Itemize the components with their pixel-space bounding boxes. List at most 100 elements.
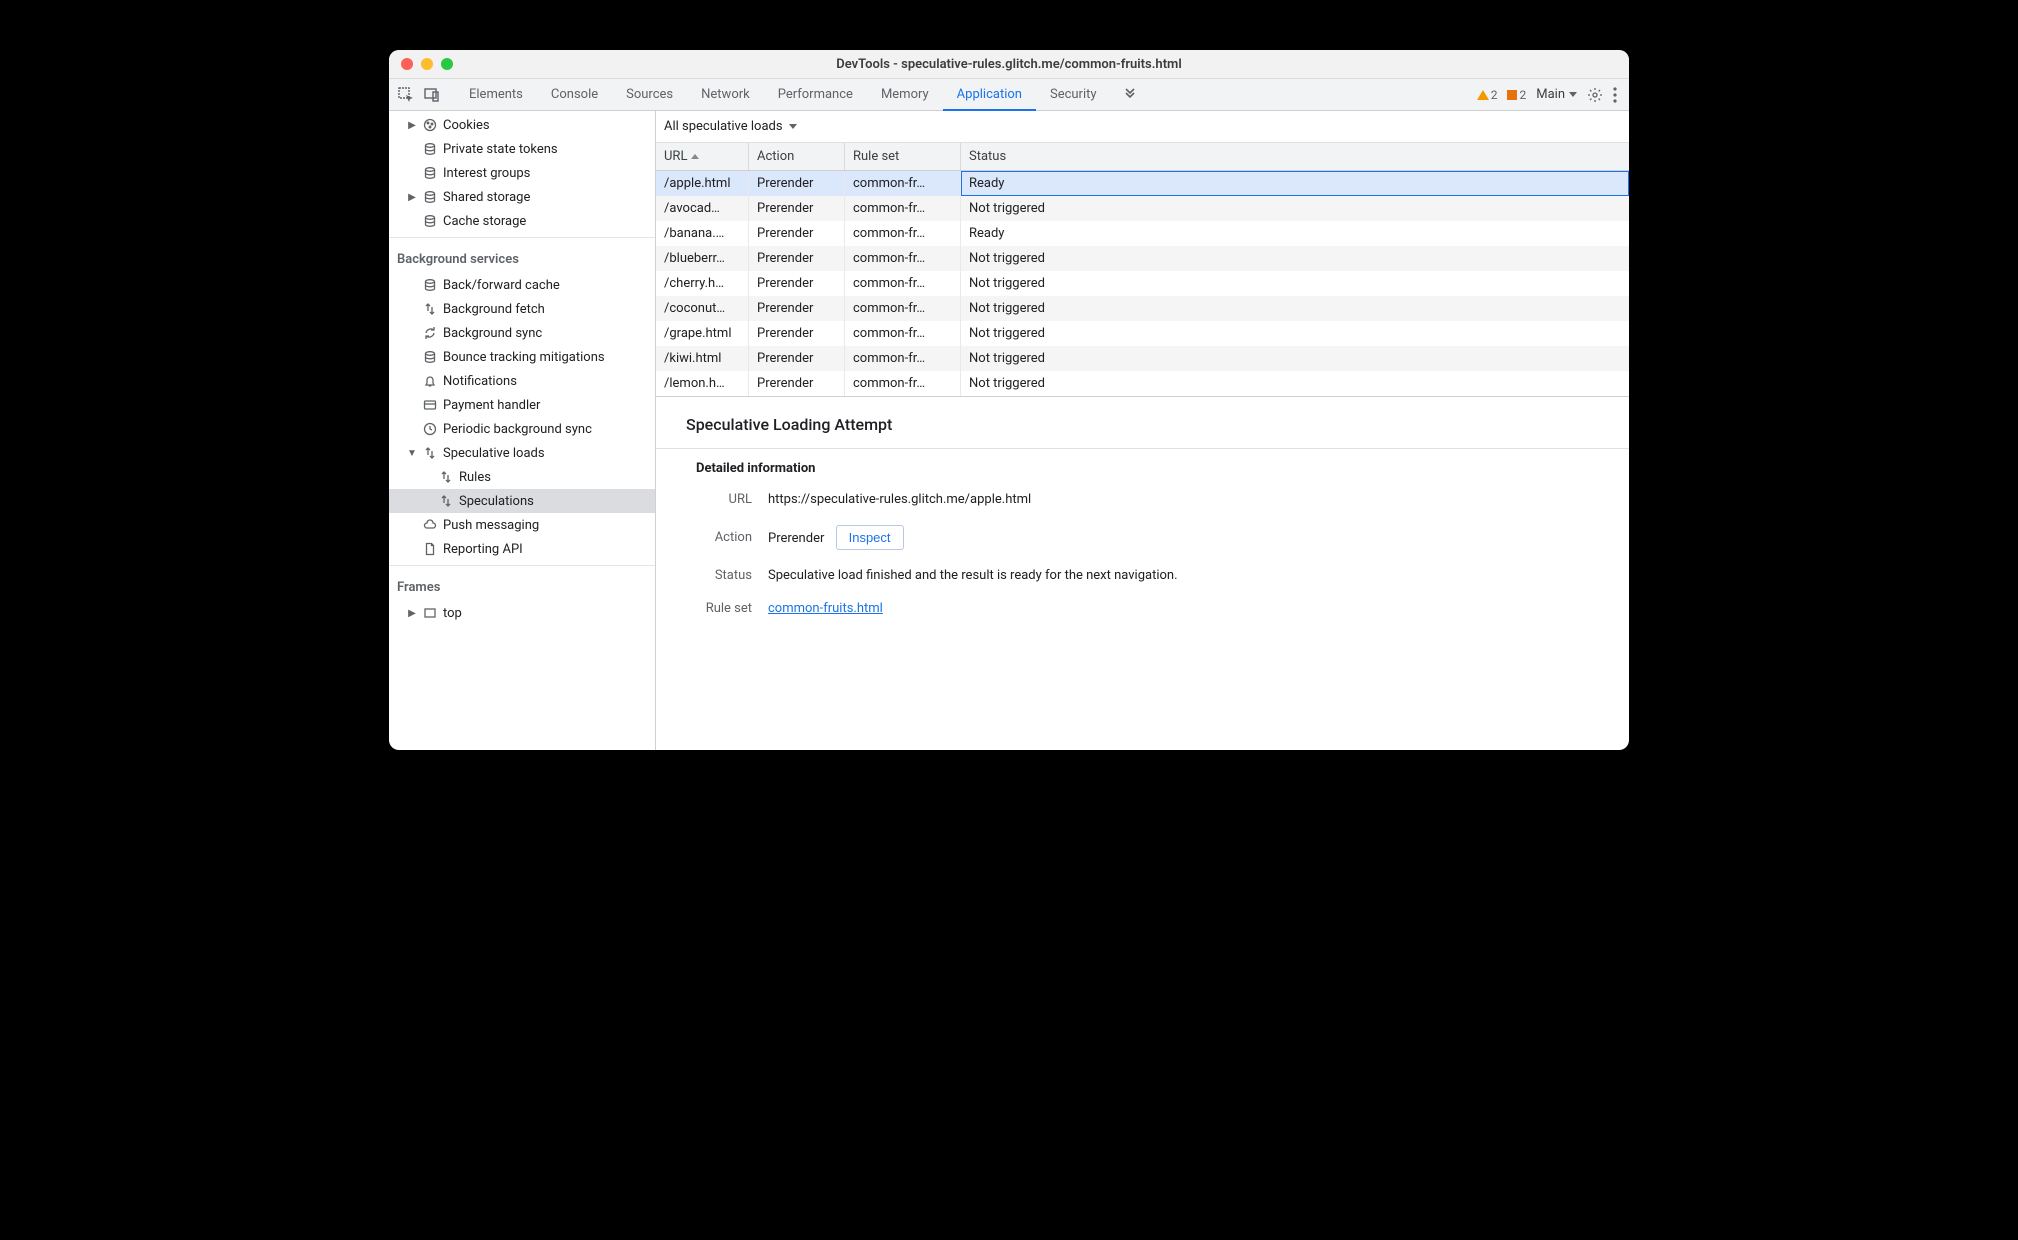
load-filter-dropdown[interactable]: All speculative loads [664,119,797,134]
table-row[interactable]: /grape.htmlPrerendercommon-fr…Not trigge… [656,321,1629,346]
window-minimize-button[interactable] [421,58,433,70]
cell-url: /kiwi.html [656,346,749,371]
sidebar-item-back-forward-cache[interactable]: Back/forward cache [389,273,655,297]
cell-status: Not triggered [961,321,1629,346]
tab-security[interactable]: Security [1036,79,1111,111]
speculations-toolbar: All speculative loads [656,111,1629,143]
tab-console[interactable]: Console [537,79,612,111]
speculations-table: URL Action Rule set Status /apple.htmlPr… [656,143,1629,397]
sidebar-item-notifications[interactable]: Notifications [389,369,655,393]
cell-url: /grape.html [656,321,749,346]
arrows-icon [422,301,438,317]
cell-action: Prerender [749,321,845,346]
table-row[interactable]: /cherry.h…Prerendercommon-fr…Not trigger… [656,271,1629,296]
sidebar-item-label: Push messaging [443,518,539,533]
detail-status-value: Speculative load finished and the result… [768,568,1178,583]
window-titlebar: DevTools - speculative-rules.glitch.me/c… [389,50,1629,79]
sidebar-item-speculations[interactable]: Speculations [389,489,655,513]
chevron-right-icon[interactable]: ▶ [407,608,417,619]
tab-memory[interactable]: Memory [867,79,943,111]
col-header-url[interactable]: URL [656,143,749,170]
sidebar-item-cache-storage[interactable]: Cache storage [389,209,655,233]
db-icon [422,349,438,365]
card-icon [422,397,438,413]
inspect-button[interactable]: Inspect [836,525,904,550]
col-header-ruleset[interactable]: Rule set [845,143,961,170]
col-header-status[interactable]: Status [961,143,1629,170]
tab-performance[interactable]: Performance [764,79,867,111]
sidebar-item-background-sync[interactable]: Background sync [389,321,655,345]
arrows-icon [438,469,454,485]
cookie-icon [422,117,438,133]
sidebar-item-label: Periodic background sync [443,422,592,437]
more-options-icon[interactable] [1613,87,1617,103]
application-sidebar: ▶Cookies Private state tokens Interest gro… [389,111,656,750]
sync-icon [422,325,438,341]
window-title: DevTools - speculative-rules.glitch.me/c… [389,57,1629,72]
table-row[interactable]: /kiwi.htmlPrerendercommon-fr…Not trigger… [656,346,1629,371]
cell-action: Prerender [749,196,845,221]
sidebar-item-interest-groups[interactable]: Interest groups [389,161,655,185]
settings-icon[interactable] [1587,87,1603,103]
table-row[interactable]: /lemon.h…Prerendercommon-fr…Not triggere… [656,371,1629,396]
cell-url: /lemon.h… [656,371,749,396]
sidebar-item-label: Shared storage [443,190,530,205]
tab-network[interactable]: Network [687,79,764,111]
db-icon [422,141,438,157]
cell-url: /avocad… [656,196,749,221]
sidebar-item-label: Private state tokens [443,142,558,157]
devtools-tabbar: ElementsConsoleSourcesNetworkPerformance… [389,79,1629,111]
table-row[interactable]: /apple.htmlPrerendercommon-fr…Ready [656,171,1629,196]
cell-action: Prerender [749,296,845,321]
table-row[interactable]: /banana.…Prerendercommon-fr…Ready [656,221,1629,246]
sidebar-item-label: Rules [459,470,491,485]
chevron-right-icon[interactable]: ▶ [407,192,417,203]
table-row[interactable]: /coconut…Prerendercommon-fr…Not triggere… [656,296,1629,321]
sidebar-item-payment-handler[interactable]: Payment handler [389,393,655,417]
details-heading: Speculative Loading Attempt [686,415,1629,434]
arrows-icon [438,493,454,509]
cell-status: Not triggered [961,346,1629,371]
sidebar-item-private-state-tokens[interactable]: Private state tokens [389,137,655,161]
tab-application[interactable]: Application [943,79,1036,111]
dropdown-label: All speculative loads [664,119,783,134]
sidebar-item-speculative-loads[interactable]: ▼Speculative loads [389,441,655,465]
sidebar-item-label: Bounce tracking mitigations [443,350,605,365]
sidebar-item-push-messaging[interactable]: Push messaging [389,513,655,537]
detail-ruleset-link[interactable]: common-fruits.html [768,601,883,616]
cell-rule: common-fr… [845,346,961,371]
sidebar-item-cookies[interactable]: ▶Cookies [389,113,655,137]
sidebar-item-rules[interactable]: Rules [389,465,655,489]
table-row[interactable]: /blueberr…Prerendercommon-fr…Not trigger… [656,246,1629,271]
table-row[interactable]: /avocad…Prerendercommon-fr…Not triggered [656,196,1629,221]
devtools-window: DevTools - speculative-rules.glitch.me/c… [389,50,1629,750]
more-tabs-button[interactable] [1117,82,1143,108]
sidebar-item-label: Back/forward cache [443,278,560,293]
device-toolbar-icon[interactable] [419,82,445,108]
chevron-down-icon[interactable]: ▼ [407,448,417,459]
warnings-badge[interactable]: 2 [1477,88,1498,102]
chevron-right-icon[interactable]: ▶ [407,120,417,131]
tab-elements[interactable]: Elements [455,79,537,111]
sidebar-item-periodic-background-sync[interactable]: Periodic background sync [389,417,655,441]
sidebar-item-reporting-api[interactable]: Reporting API [389,537,655,561]
cell-status: Not triggered [961,371,1629,396]
tab-sources[interactable]: Sources [612,79,687,111]
target-label: Main [1536,87,1565,102]
sidebar-item-shared-storage[interactable]: ▶ Shared storage [389,185,655,209]
cell-status: Not triggered [961,196,1629,221]
cell-action: Prerender [749,371,845,396]
window-zoom-button[interactable] [441,58,453,70]
cell-status: Not triggered [961,271,1629,296]
cell-rule: common-fr… [845,296,961,321]
speculations-panel: All speculative loads URL Action Rule se… [656,111,1629,750]
target-selector[interactable]: Main [1536,87,1577,102]
inspect-element-icon[interactable] [393,82,419,108]
sidebar-item-background-fetch[interactable]: Background fetch [389,297,655,321]
col-header-action[interactable]: Action [749,143,845,170]
sidebar-item-label: Background fetch [443,302,545,317]
sidebar-item-bounce-tracking-mitigations[interactable]: Bounce tracking mitigations [389,345,655,369]
sidebar-item-top[interactable]: ▶top [389,601,655,625]
window-close-button[interactable] [401,58,413,70]
issues-badge[interactable]: 2 [1507,88,1526,102]
